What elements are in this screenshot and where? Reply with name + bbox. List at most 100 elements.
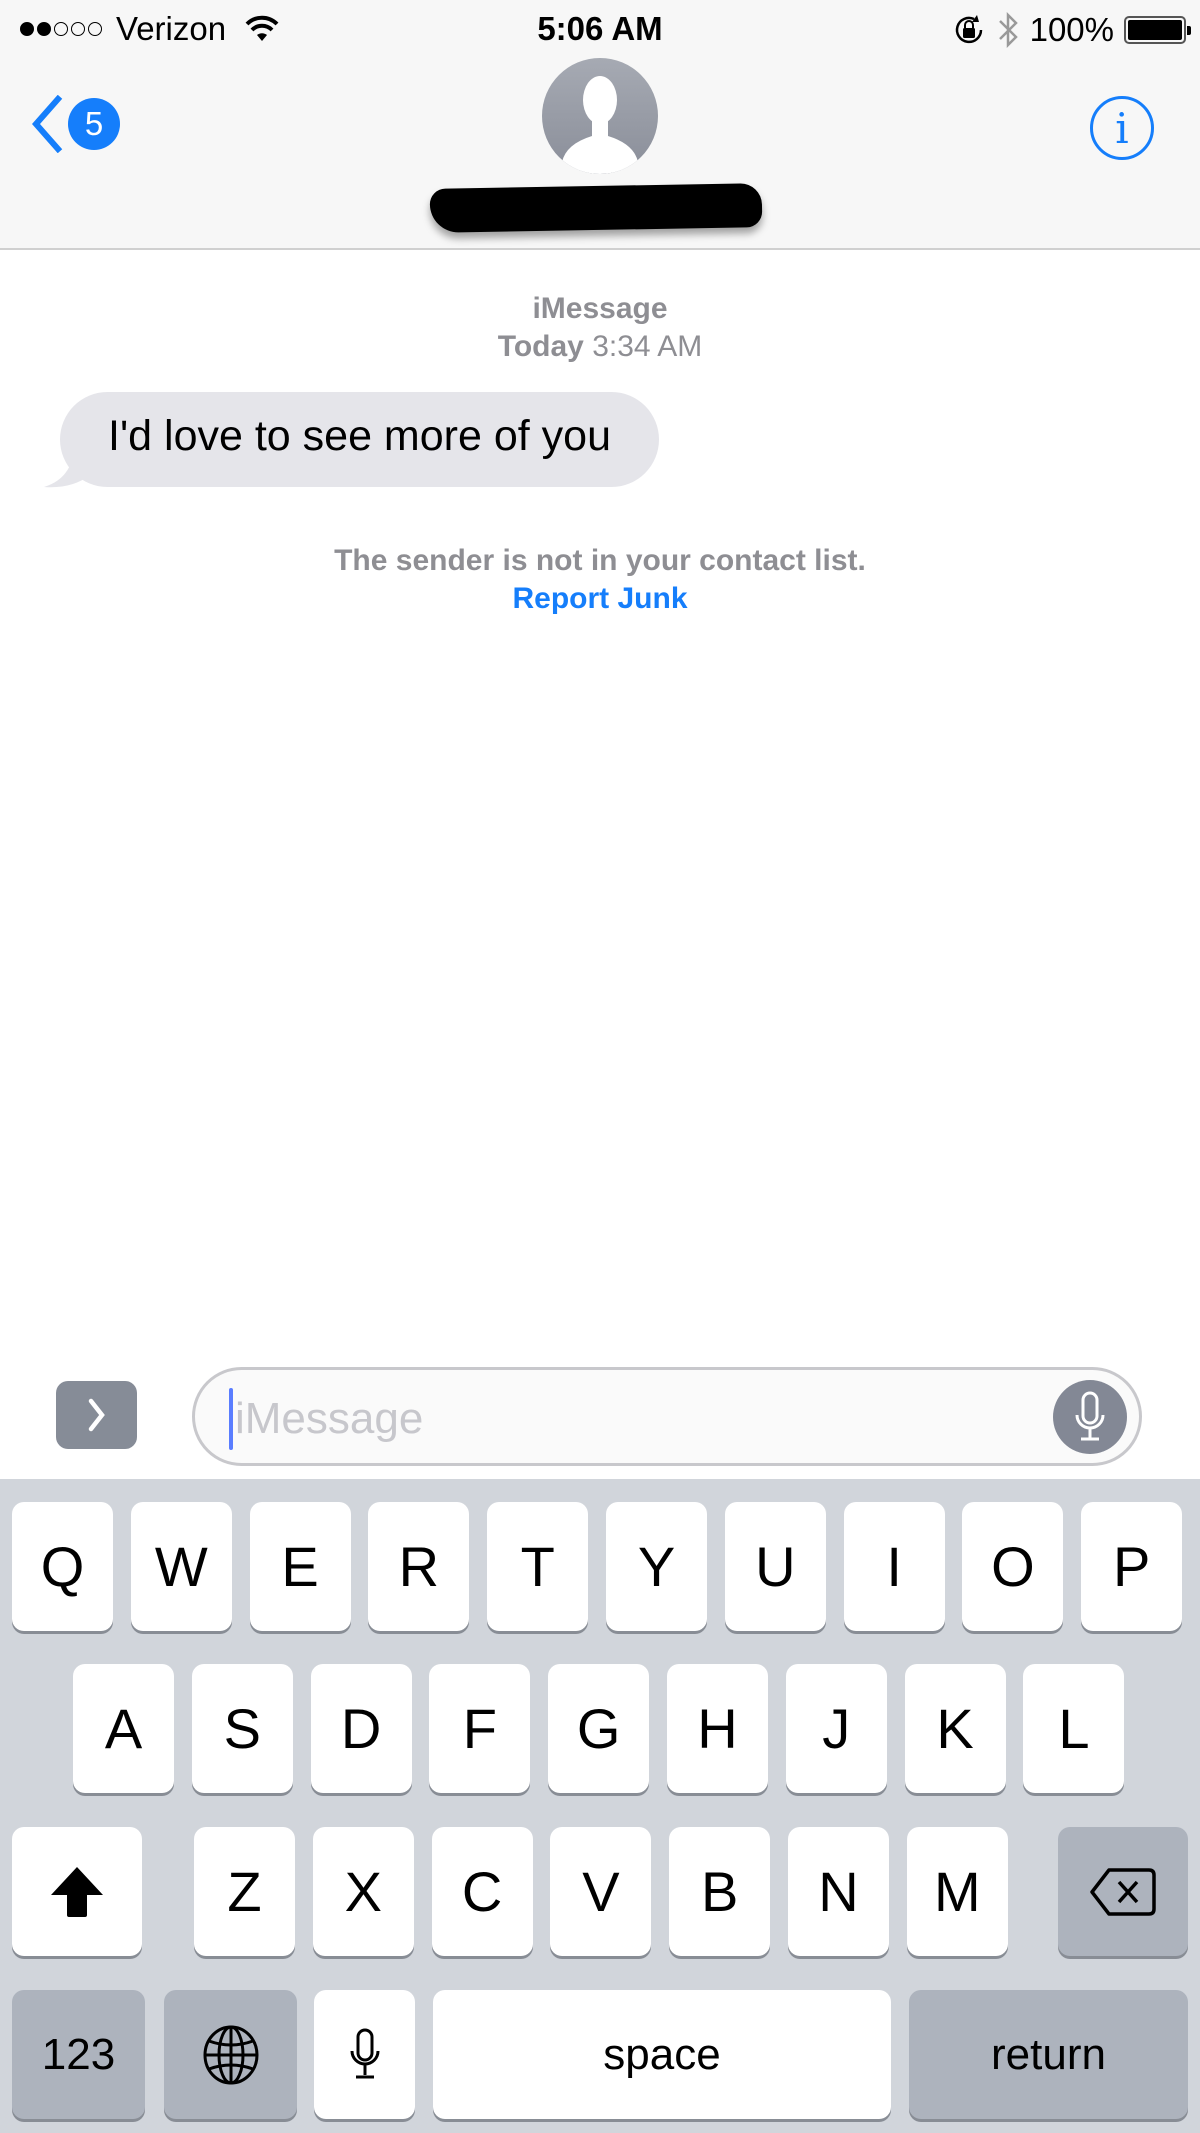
key-label: X xyxy=(344,1859,382,1923)
key-c[interactable]: C xyxy=(431,1827,533,1956)
key-q[interactable]: Q xyxy=(12,1502,113,1631)
key-k[interactable]: K xyxy=(904,1664,1006,1793)
key-label: H xyxy=(697,1696,738,1760)
orientation-lock-icon xyxy=(955,15,982,44)
chevron-left-icon xyxy=(32,95,63,153)
key-b[interactable]: B xyxy=(669,1827,771,1956)
key-label: D xyxy=(340,1696,382,1760)
key-label: Z xyxy=(227,1859,262,1923)
message-row: I'd love to see more of you xyxy=(44,392,659,488)
key-s[interactable]: S xyxy=(191,1664,293,1793)
numbers-key-label: 123 xyxy=(41,2029,116,2079)
key-d[interactable]: D xyxy=(310,1664,412,1793)
key-i[interactable]: I xyxy=(843,1502,945,1631)
key-label: V xyxy=(582,1859,620,1923)
contact-avatar[interactable] xyxy=(542,58,658,174)
key-label: G xyxy=(576,1696,621,1760)
dictation-key[interactable] xyxy=(314,1990,415,2119)
numbers-key[interactable]: 123 xyxy=(12,1990,145,2119)
key-w[interactable]: W xyxy=(130,1502,232,1631)
key-label: J xyxy=(822,1696,851,1760)
key-label: Y xyxy=(637,1534,676,1598)
key-f[interactable]: F xyxy=(429,1664,531,1793)
microphone-icon xyxy=(350,2028,379,2078)
space-key-label: space xyxy=(603,2029,721,2079)
key-v[interactable]: V xyxy=(550,1827,652,1956)
key-u[interactable]: U xyxy=(724,1502,826,1631)
dictation-button[interactable] xyxy=(1053,1380,1127,1454)
key-label: A xyxy=(104,1696,143,1760)
chevron-right-icon xyxy=(88,1398,105,1432)
service-label: iMessage xyxy=(532,292,668,325)
key-a[interactable]: A xyxy=(73,1664,174,1793)
key-p[interactable]: P xyxy=(1081,1502,1183,1631)
battery-fill xyxy=(1128,20,1182,40)
timestamp-day: Today xyxy=(497,330,584,363)
key-label: W xyxy=(154,1534,208,1598)
shift-key[interactable] xyxy=(12,1827,142,1956)
key-label: T xyxy=(520,1534,555,1598)
key-label: U xyxy=(755,1534,796,1598)
key-m[interactable]: M xyxy=(906,1827,1008,1956)
message-metadata: iMessage Today 3:34 AM xyxy=(0,290,1200,366)
notice-text: The sender is not in your contact list. xyxy=(334,544,866,577)
key-label: M xyxy=(933,1859,981,1923)
globe-icon xyxy=(203,2025,258,2084)
delete-backward-icon xyxy=(1090,1867,1156,1916)
key-label: E xyxy=(281,1534,319,1598)
bluetooth-icon xyxy=(998,11,1018,49)
key-label: L xyxy=(1058,1696,1090,1760)
battery-percentage: 100% xyxy=(1029,11,1114,48)
key-l[interactable]: L xyxy=(1023,1664,1125,1793)
key-y[interactable]: Y xyxy=(606,1502,707,1631)
person-silhouette-icon xyxy=(562,76,638,174)
key-label: R xyxy=(398,1534,440,1598)
status-right: 100% xyxy=(952,10,1191,50)
key-label: P xyxy=(1113,1534,1151,1598)
key-label: Q xyxy=(40,1534,85,1598)
status-bar: Verizon 5:06 AM 100% xyxy=(0,0,1200,60)
back-button[interactable]: 5 xyxy=(30,95,120,153)
key-g[interactable]: G xyxy=(548,1664,650,1793)
key-x[interactable]: X xyxy=(312,1827,414,1956)
globe-key[interactable] xyxy=(164,1990,297,2119)
return-key-label: return xyxy=(991,2029,1106,2079)
key-t[interactable]: T xyxy=(487,1502,589,1631)
microphone-icon xyxy=(1075,1391,1105,1441)
key-o[interactable]: O xyxy=(962,1502,1064,1631)
info-button[interactable]: i xyxy=(1090,96,1154,160)
battery-icon xyxy=(1124,16,1191,44)
key-r[interactable]: R xyxy=(368,1502,470,1631)
return-key[interactable]: return xyxy=(909,1990,1188,2119)
navigation-header: Verizon 5:06 AM 100% 5 i xyxy=(0,0,1200,250)
key-label: N xyxy=(818,1859,859,1923)
key-h[interactable]: H xyxy=(667,1664,768,1793)
backspace-key[interactable] xyxy=(1058,1827,1188,1956)
redacted-contact-name xyxy=(429,183,763,233)
shift-arrow-icon xyxy=(51,1866,103,1917)
expand-apps-button[interactable] xyxy=(56,1381,137,1449)
report-junk-link[interactable]: Report Junk xyxy=(0,580,1200,618)
key-label: B xyxy=(701,1859,739,1923)
message-text: I'd love to see more of you xyxy=(108,412,611,460)
incoming-message-bubble[interactable]: I'd love to see more of you xyxy=(60,392,659,487)
key-label: O xyxy=(991,1534,1035,1598)
key-z[interactable]: Z xyxy=(194,1827,295,1956)
key-label: I xyxy=(886,1534,902,1598)
key-label: S xyxy=(223,1696,261,1760)
space-key[interactable]: space xyxy=(433,1990,891,2119)
key-n[interactable]: N xyxy=(788,1827,889,1956)
message-input[interactable]: iMessage xyxy=(192,1367,1142,1466)
key-label: F xyxy=(462,1696,497,1760)
key-j[interactable]: J xyxy=(785,1664,887,1793)
message-input-placeholder: iMessage xyxy=(235,1394,424,1443)
timestamp-time: 3:34 AM xyxy=(592,330,703,363)
unknown-sender-notice: The sender is not in your contact list. … xyxy=(0,542,1200,618)
key-e[interactable]: E xyxy=(249,1502,351,1631)
key-label: C xyxy=(461,1859,503,1923)
message-timestamp: Today 3:34 AM xyxy=(0,328,1200,366)
keyboard: Q W E R T Y U I O P A S D F G H J K L Z X C V B N M 123 space r… xyxy=(0,1479,1200,2133)
key-label: K xyxy=(936,1696,974,1760)
info-icon: i xyxy=(1115,103,1129,153)
text-cursor xyxy=(229,1388,233,1450)
